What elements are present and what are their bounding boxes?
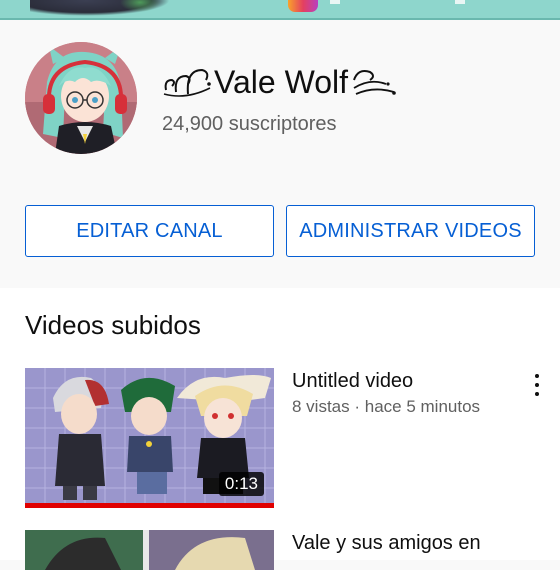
avatar[interactable] <box>25 42 137 154</box>
banner-link-icon[interactable] <box>455 0 465 4</box>
video-duration: 0:13 <box>218 472 264 496</box>
channel-name-text: Vale Wolf <box>214 64 348 100</box>
more-options-icon[interactable] <box>527 372 547 398</box>
banner-link-icon[interactable] <box>330 0 340 4</box>
edit-channel-button[interactable]: EDITAR CANAL <box>25 205 274 257</box>
video-title[interactable]: Untitled video <box>292 370 413 393</box>
decoration-left-icon <box>163 68 211 97</box>
manage-videos-button[interactable]: ADMINISTRAR VIDEOS <box>286 205 535 257</box>
video-meta: 8 vistas · hace 5 minutos <box>292 397 481 416</box>
thumbnail-image <box>25 530 274 570</box>
channel-name: Vale Wolf <box>162 64 400 101</box>
avatar-image <box>25 42 137 154</box>
banner-art-accent <box>120 0 160 12</box>
instagram-icon[interactable] <box>288 0 318 12</box>
subscriber-count: 24,900 suscriptores <box>162 113 337 135</box>
video-title[interactable]: Vale y sus amigos en <box>292 532 481 555</box>
video-thumbnail[interactable]: 0:13 <box>25 368 274 508</box>
uploaded-videos-section: Videos subidos 0:13 Untitled video 8 vis… <box>0 288 560 570</box>
watch-progress-bar <box>25 503 274 508</box>
channel-banner <box>0 0 560 20</box>
decoration-right-icon <box>353 69 396 95</box>
section-title: Videos subidos <box>25 310 201 340</box>
video-thumbnail[interactable] <box>25 530 274 570</box>
channel-header: Vale Wolf 24,900 suscriptores EDITAR CAN… <box>0 20 560 284</box>
